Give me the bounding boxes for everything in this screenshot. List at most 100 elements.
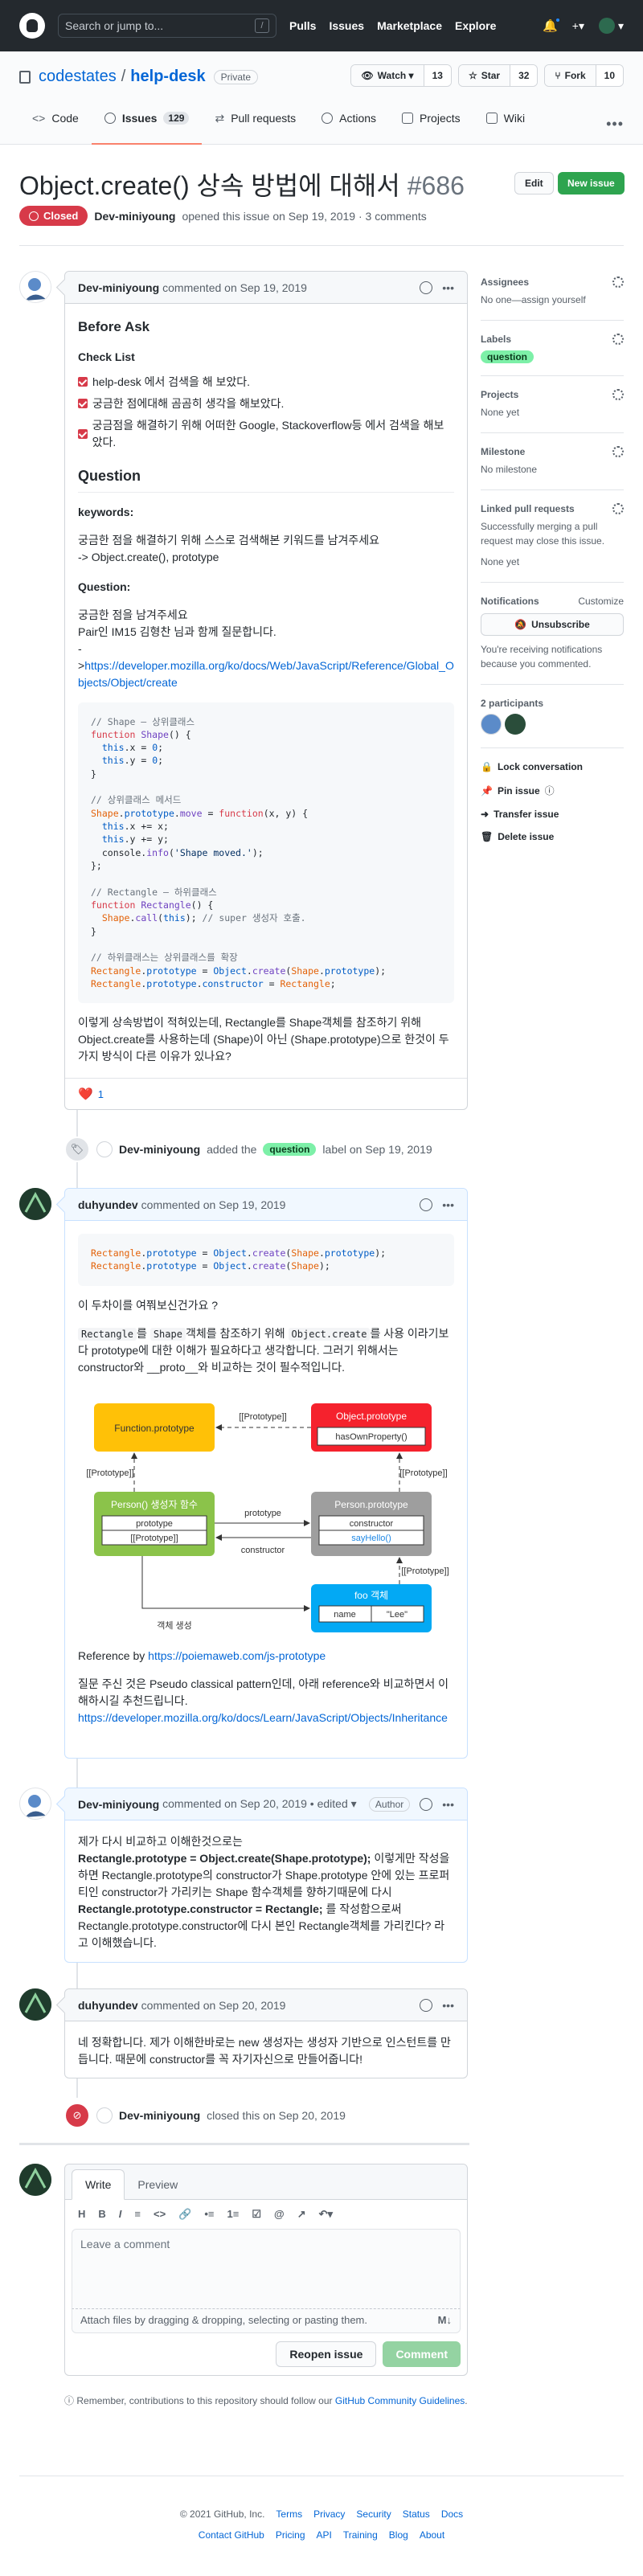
fork-button[interactable]: ⑂ Fork: [545, 65, 596, 86]
footer-link-pricing[interactable]: Pricing: [276, 2529, 305, 2541]
comment-timestamp[interactable]: commented on Sep 20, 2019 • edited ▾: [162, 1797, 357, 1811]
italic-icon[interactable]: I: [119, 2208, 122, 2221]
github-logo-icon[interactable]: [19, 13, 45, 39]
pin-issue-button[interactable]: 📌 Pin issue ⓘ: [481, 784, 624, 797]
avatar[interactable]: [19, 1988, 51, 2021]
footer-link-security[interactable]: Security: [356, 2508, 391, 2520]
add-reaction-icon[interactable]: [420, 1797, 433, 1811]
code-icon[interactable]: <>: [154, 2208, 166, 2221]
footer-link-privacy[interactable]: Privacy: [313, 2508, 345, 2520]
bold-icon[interactable]: B: [98, 2208, 105, 2221]
participant-avatar[interactable]: [481, 714, 502, 735]
delete-issue-button[interactable]: 🗑 Delete issue: [481, 831, 624, 842]
tab-issues[interactable]: Issues 129: [91, 104, 203, 145]
footer-link-api[interactable]: API: [317, 2529, 332, 2541]
notifications-bell-icon[interactable]: 🔔: [543, 17, 561, 33]
comment-kebab-icon[interactable]: •••: [442, 1198, 454, 1211]
repo-owner-link[interactable]: codestates: [39, 68, 117, 86]
star-count[interactable]: 32: [510, 65, 538, 86]
tab-projects[interactable]: Projects: [389, 104, 473, 145]
footer-link-training[interactable]: Training: [343, 2529, 378, 2541]
gear-icon[interactable]: [612, 446, 624, 457]
nav-pulls[interactable]: Pulls: [289, 19, 316, 32]
assignees-value[interactable]: No one—assign yourself: [481, 293, 624, 307]
mdn-inheritance-link[interactable]: https://developer.mozilla.org/ko/docs/Le…: [78, 1711, 448, 1724]
watch-button[interactable]: 👁 Watch ▾: [351, 65, 424, 86]
attach-files-bar[interactable]: Attach files by dragging & dropping, sel…: [72, 2309, 461, 2333]
comment-author[interactable]: Dev-miniyoung: [78, 1798, 159, 1811]
edit-title-button[interactable]: Edit: [514, 172, 554, 195]
tab-preview[interactable]: Preview: [125, 2170, 190, 2199]
footer-link-contact[interactable]: Contact GitHub: [199, 2529, 264, 2541]
tab-write[interactable]: Write: [72, 2169, 125, 2200]
comment-timestamp[interactable]: commented on Sep 20, 2019: [141, 1999, 286, 2012]
mdn-object-create-link[interactable]: https://developer.mozilla.org/ko/docs/We…: [78, 659, 454, 689]
actor-avatar[interactable]: [96, 2107, 113, 2123]
tab-actions[interactable]: Actions: [309, 104, 389, 145]
add-reaction-icon[interactable]: [420, 1998, 433, 2012]
tab-code[interactable]: <> Code: [19, 104, 92, 145]
event-actor[interactable]: Dev-miniyoung: [119, 2109, 200, 2122]
tab-pull-requests[interactable]: ⇄ Pull requests: [202, 104, 309, 145]
heart-reaction-icon[interactable]: ❤️: [78, 1087, 93, 1101]
create-new-dropdown[interactable]: +▾: [572, 19, 584, 33]
avatar[interactable]: [19, 1188, 51, 1220]
comment-timestamp[interactable]: commented on Sep 19, 2019: [141, 1198, 286, 1211]
ordered-list-icon[interactable]: 1≡: [227, 2208, 240, 2221]
nav-issues[interactable]: Issues: [329, 19, 364, 32]
star-button[interactable]: ☆ Star: [458, 65, 510, 86]
more-tabs-icon[interactable]: •••: [606, 116, 624, 133]
checked-checkbox-icon[interactable]: [78, 399, 88, 408]
mention-icon[interactable]: @: [274, 2208, 285, 2221]
footer-link-docs[interactable]: Docs: [441, 2508, 463, 2520]
question-label-badge[interactable]: question: [263, 1143, 317, 1156]
cross-reference-icon[interactable]: ↗: [297, 2208, 306, 2221]
checked-checkbox-icon[interactable]: [78, 377, 88, 387]
participant-avatar[interactable]: [505, 714, 526, 735]
comment-button[interactable]: Comment: [383, 2341, 461, 2367]
event-actor[interactable]: Dev-miniyoung: [119, 1143, 200, 1156]
reply-icon[interactable]: ↶▾: [319, 2208, 333, 2221]
nav-explore[interactable]: Explore: [455, 19, 496, 32]
actor-avatar[interactable]: [96, 1141, 113, 1157]
watch-count[interactable]: 13: [423, 65, 451, 86]
issue-author[interactable]: Dev-miniyoung: [94, 210, 175, 223]
repo-name-link[interactable]: help-desk: [130, 68, 205, 86]
reference-link[interactable]: https://poiemaweb.com/js-prototype: [148, 1649, 326, 1662]
footer-link-blog[interactable]: Blog: [389, 2529, 408, 2541]
comment-timestamp[interactable]: commented on Sep 19, 2019: [162, 281, 307, 294]
unordered-list-icon[interactable]: •≡: [204, 2208, 214, 2221]
fork-count[interactable]: 10: [595, 65, 623, 86]
markdown-icon[interactable]: M↓: [438, 2314, 452, 2328]
tab-wiki[interactable]: Wiki: [473, 104, 538, 145]
quote-icon[interactable]: ≡: [134, 2208, 141, 2221]
transfer-issue-button[interactable]: ➜ Transfer issue: [481, 809, 624, 820]
avatar[interactable]: [19, 1788, 51, 1820]
gear-icon[interactable]: [612, 276, 624, 288]
comment-kebab-icon[interactable]: •••: [442, 1999, 454, 2012]
task-list-icon[interactable]: ☑: [252, 2208, 261, 2221]
search-input[interactable]: Search or jump to... /: [58, 14, 276, 38]
reopen-issue-button[interactable]: Reopen issue: [276, 2341, 377, 2367]
nav-marketplace[interactable]: Marketplace: [377, 19, 442, 32]
footer-link-about[interactable]: About: [420, 2529, 444, 2541]
lock-conversation-button[interactable]: 🔒 Lock conversation: [481, 761, 624, 772]
new-issue-button[interactable]: New issue: [558, 172, 625, 195]
comment-author[interactable]: duhyundev: [78, 1999, 138, 2012]
comment-kebab-icon[interactable]: •••: [442, 1798, 454, 1811]
community-guidelines-link[interactable]: GitHub Community Guidelines: [335, 2395, 465, 2406]
comment-textarea[interactable]: Leave a comment: [72, 2229, 461, 2309]
checked-checkbox-icon[interactable]: [78, 428, 88, 439]
customize-link[interactable]: Customize: [578, 596, 624, 607]
add-reaction-icon[interactable]: [420, 281, 433, 294]
avatar[interactable]: [19, 271, 51, 303]
comment-author[interactable]: duhyundev: [78, 1198, 138, 1211]
gear-icon[interactable]: [612, 334, 624, 345]
question-label-badge[interactable]: question: [481, 350, 534, 363]
heart-reaction-count[interactable]: 1: [98, 1088, 104, 1100]
user-menu[interactable]: ▾: [598, 18, 624, 34]
footer-link-status[interactable]: Status: [403, 2508, 430, 2520]
gear-icon[interactable]: [612, 389, 624, 400]
link-icon[interactable]: 🔗: [178, 2208, 191, 2221]
add-reaction-icon[interactable]: [420, 1198, 433, 1211]
